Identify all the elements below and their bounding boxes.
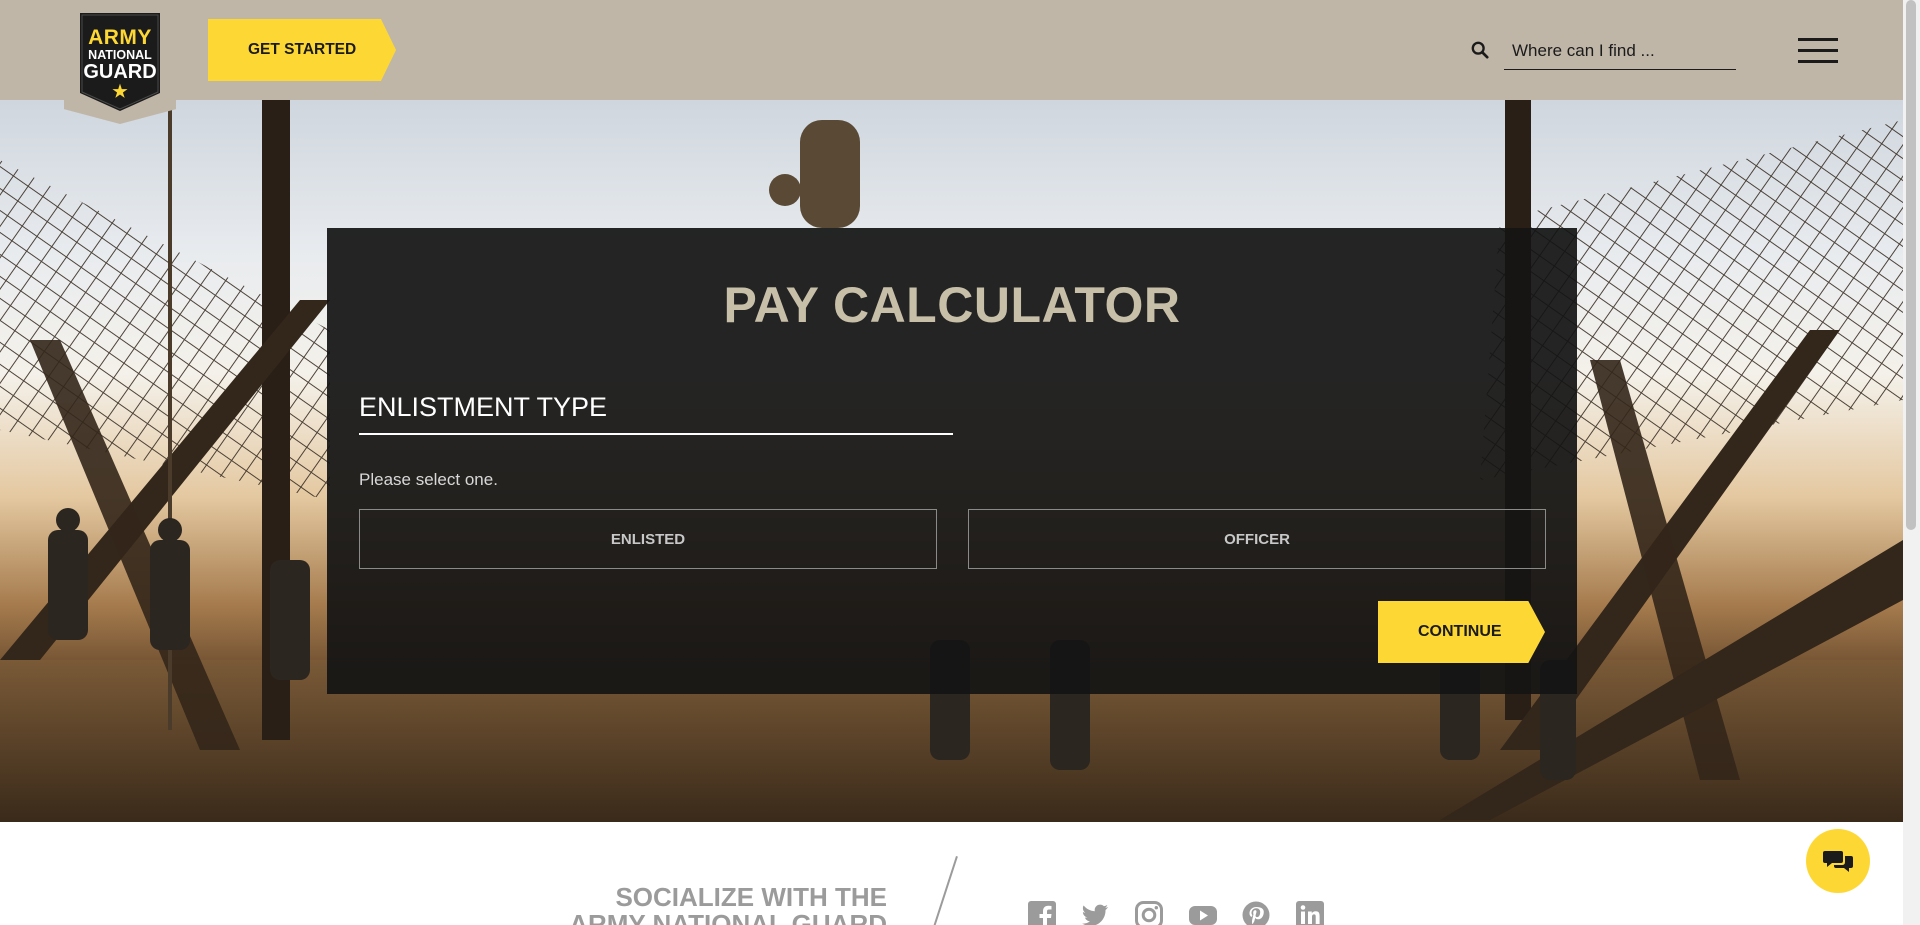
page-title: PAY CALCULATOR: [723, 277, 1181, 333]
site-header: GET STARTED: [0, 0, 1903, 100]
army-national-guard-logo[interactable]: ARMY NATIONAL GUARD ★: [76, 13, 164, 111]
search-input[interactable]: [1504, 32, 1736, 70]
continue-button[interactable]: CONTINUE: [1378, 601, 1545, 663]
twitter-icon[interactable]: [1080, 900, 1110, 925]
facebook-icon[interactable]: [1027, 900, 1057, 925]
star-icon: ★: [112, 82, 128, 101]
pay-calculator-panel: PAY CALCULATOR ENLISTMENT TYPE Please se…: [327, 228, 1577, 694]
get-started-button[interactable]: GET STARTED: [208, 19, 396, 81]
search-icon[interactable]: [1471, 41, 1489, 59]
instagram-icon[interactable]: [1134, 900, 1164, 925]
logo-army-text: ARMY: [88, 26, 152, 49]
social-heading: SOCIALIZE WITH THE ARMY NATIONAL GUARD: [569, 884, 887, 925]
pinterest-icon[interactable]: [1241, 900, 1271, 925]
enlisted-option-button[interactable]: ENLISTED: [359, 509, 937, 569]
linkedin-icon[interactable]: [1295, 900, 1325, 925]
hero-section: PAY CALCULATOR ENLISTMENT TYPE Please se…: [0, 100, 1903, 822]
social-heading-line1: SOCIALIZE WITH THE: [615, 882, 887, 912]
instruction-text: Please select one.: [359, 470, 498, 489]
logo-guard-text: GUARD: [83, 61, 157, 83]
scrollbar-thumb[interactable]: [1906, 0, 1916, 530]
chat-button[interactable]: [1806, 829, 1870, 893]
step-title: ENLISTMENT TYPE: [359, 392, 608, 422]
hamburger-menu-icon[interactable]: [1798, 38, 1838, 64]
youtube-icon[interactable]: [1188, 900, 1218, 925]
chat-bubbles-icon: [1823, 851, 1853, 872]
social-heading-line2: ARMY NATIONAL GUARD: [569, 909, 887, 925]
step-title-underline: [359, 433, 953, 435]
officer-option-button[interactable]: OFFICER: [968, 509, 1546, 569]
